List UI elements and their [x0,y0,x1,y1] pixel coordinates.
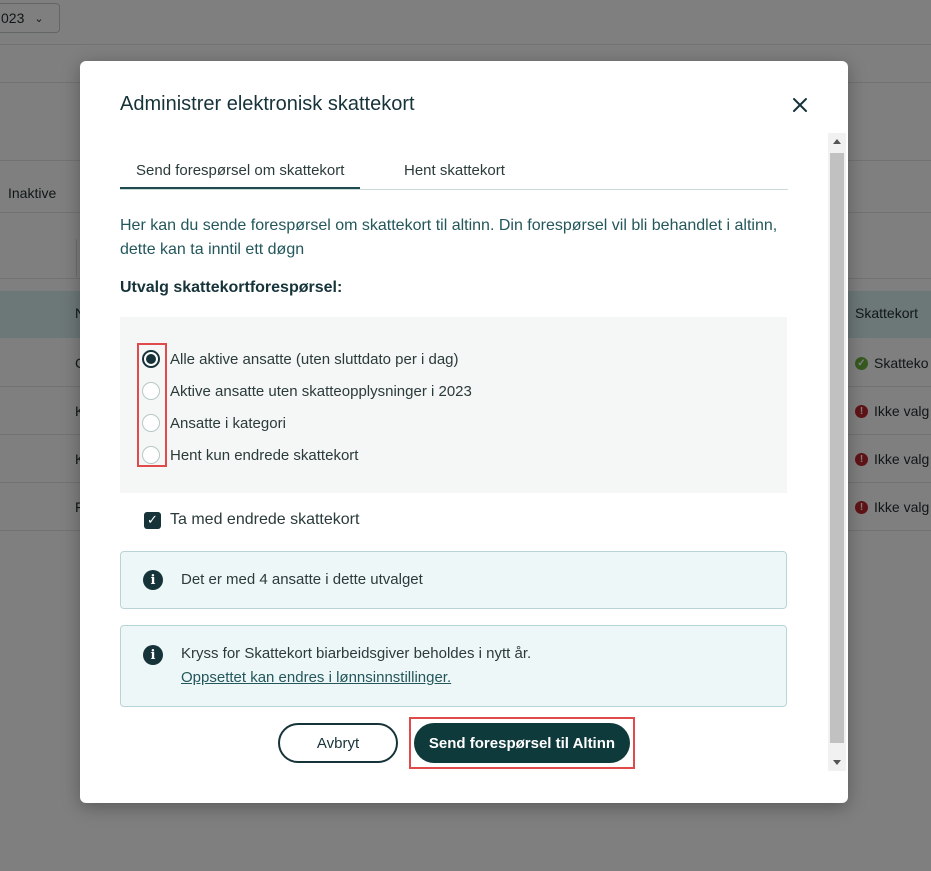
radio-label: Aktive ansatte uten skatteopplysninger i… [170,382,472,400]
close-button[interactable] [786,91,814,119]
skattekort-dialog: Administrer elektronisk skattekort Send … [80,61,848,803]
close-icon [793,98,807,112]
info-text-block: Kryss for Skattekort biarbeidsgiver beho… [181,642,531,690]
info-text: Det er med 4 ansatte i dette utvalget [181,571,423,588]
scrollbar[interactable] [828,133,846,771]
radio-label: Ansatte i kategori [170,414,286,432]
include-changed-checkbox-row[interactable]: ✓ Ta med endrede skattekort [144,511,359,529]
info-box-settings: i Kryss for Skattekort biarbeidsgiver be… [120,625,787,707]
radio-all-active[interactable]: Alle aktive ansatte (uten sluttdato per … [142,347,459,371]
tab-bar: Send forespørsel om skattekort Hent skat… [120,153,788,190]
scroll-down-icon[interactable] [833,760,841,765]
tab-fetch-tax-card[interactable]: Hent skattekort [388,153,521,188]
intro-text: Her kan du sende forespørsel om skatteko… [120,217,778,258]
radio-label: Alle aktive ansatte (uten sluttdato per … [170,350,459,368]
scroll-up-icon[interactable] [833,139,841,144]
checkbox-checked-icon[interactable]: ✓ [144,511,161,529]
send-to-altinn-button[interactable]: Send forespørsel til Altinn [414,723,630,763]
selection-heading: Utvalg skattekortforespørsel: [120,279,343,296]
info-text: Kryss for Skattekort biarbeidsgiver beho… [181,645,532,662]
tab-send-request[interactable]: Send forespørsel om skattekort [120,153,361,189]
radio-changed-only[interactable]: Hent kun endrede skattekort [142,443,358,467]
dialog-title: Administrer elektronisk skattekort [120,93,415,115]
radio-active-without-tax-info[interactable]: Aktive ansatte uten skatteopplysninger i… [142,379,472,403]
radio-highlight [137,343,167,467]
info-icon: i [143,645,163,665]
info-icon: i [143,570,163,590]
scrollbar-thumb[interactable] [830,153,844,743]
cancel-button[interactable]: Avbryt [278,723,398,763]
radio-label: Hent kun endrede skattekort [170,446,359,464]
checkbox-label: Ta med endrede skattekort [170,511,360,528]
info-box-count: i Det er med 4 ansatte i dette utvalget [120,551,787,609]
settings-link[interactable]: Oppsettet kan endres i lønnsinnstillinge… [181,666,531,690]
